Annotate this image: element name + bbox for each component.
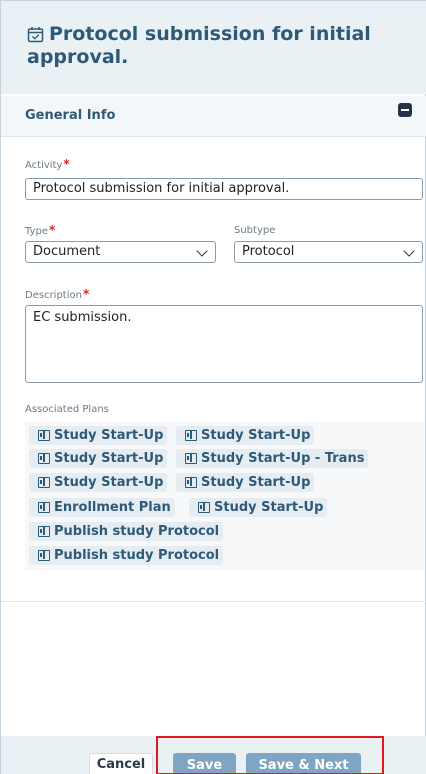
plan-chip[interactable]: Study Start-Up - Trans bbox=[176, 449, 369, 468]
description-label: Description* bbox=[25, 287, 90, 301]
plan-chip[interactable]: Publish study Protocol bbox=[29, 522, 224, 541]
book-icon bbox=[185, 477, 197, 488]
subtype-select[interactable]: Protocol bbox=[234, 241, 423, 263]
cancel-button[interactable]: Cancel bbox=[89, 753, 153, 774]
plan-chip[interactable]: Study Start-Up bbox=[29, 449, 168, 468]
book-icon bbox=[38, 502, 50, 513]
book-icon bbox=[185, 430, 197, 441]
collapse-minus-icon[interactable] bbox=[398, 103, 412, 117]
book-icon bbox=[185, 453, 197, 464]
type-select[interactable]: Document bbox=[25, 241, 216, 263]
book-icon bbox=[38, 477, 50, 488]
associated-plans-label: Associated Plans bbox=[25, 404, 109, 415]
section-title: General Info bbox=[25, 108, 116, 123]
book-icon bbox=[198, 502, 210, 513]
general-info-section-header[interactable]: General Info bbox=[1, 96, 426, 137]
activity-label: Activity* bbox=[25, 157, 70, 171]
divider bbox=[1, 601, 426, 602]
plan-chip[interactable]: Study Start-Up bbox=[176, 426, 315, 445]
plan-chip[interactable]: Publish study Protocol bbox=[29, 546, 224, 565]
plan-chip[interactable]: Study Start-Up bbox=[176, 473, 315, 492]
highlight-box bbox=[156, 736, 384, 774]
chevron-down-icon bbox=[403, 245, 415, 257]
book-icon bbox=[38, 453, 50, 464]
subtype-label: Subtype bbox=[234, 225, 276, 236]
book-icon bbox=[38, 430, 50, 441]
plan-chip[interactable]: Enrollment Plan bbox=[29, 498, 175, 517]
plan-chip[interactable]: Study Start-Up bbox=[189, 498, 328, 517]
book-icon bbox=[38, 550, 50, 561]
chevron-down-icon bbox=[196, 245, 208, 257]
page-title: Protocol submission for initial approval… bbox=[27, 23, 371, 68]
plan-chip[interactable]: Study Start-Up bbox=[29, 473, 168, 492]
activity-panel: Protocol submission for initial approval… bbox=[0, 0, 426, 774]
panel-header: Protocol submission for initial approval… bbox=[1, 1, 426, 94]
activity-input[interactable]: Protocol submission for initial approval… bbox=[25, 178, 423, 200]
type-label: Type* bbox=[25, 223, 56, 237]
book-icon bbox=[38, 526, 50, 537]
description-textarea[interactable]: EC submission. bbox=[25, 305, 423, 383]
plan-chip[interactable]: Study Start-Up bbox=[29, 426, 168, 445]
